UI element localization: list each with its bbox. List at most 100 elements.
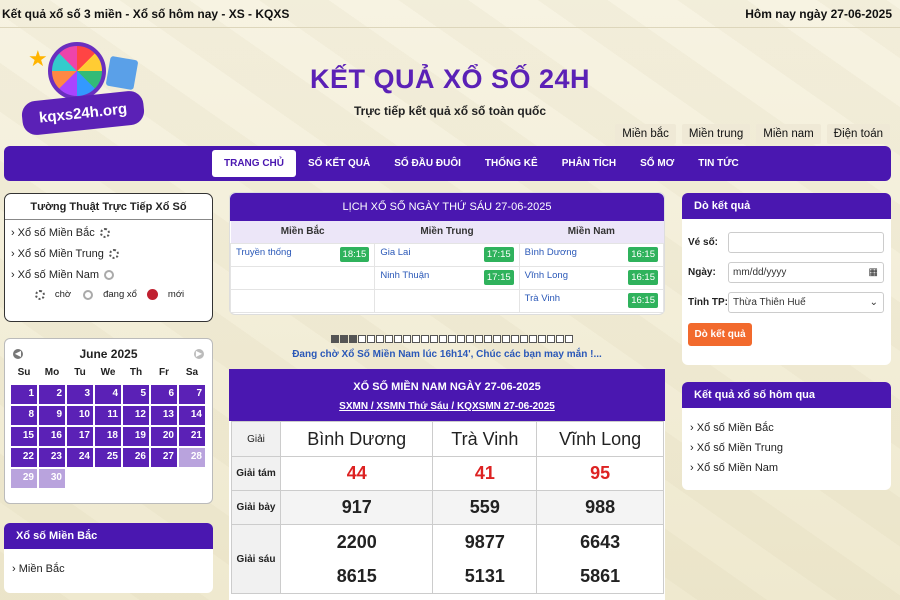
draw-time-badge: 16:15 bbox=[628, 270, 658, 285]
progress-square bbox=[358, 335, 366, 343]
calendar-day[interactable]: 1 bbox=[11, 385, 37, 404]
calendar-day[interactable]: 29 bbox=[11, 469, 37, 488]
progress-square bbox=[394, 335, 402, 343]
calendar-day[interactable]: 8 bbox=[11, 406, 37, 425]
next-month-icon[interactable]: ▶ bbox=[193, 349, 204, 359]
calendar: ◀ June 2025 ▶ Su Mo Tu We Th Fr Sa 1 2 3 4 5 6 7 8 9 10 1… bbox=[4, 338, 213, 504]
live-item-mien-trung[interactable]: › Xổ số Miền Trung bbox=[5, 241, 212, 262]
prize-cell: 9877 5131 bbox=[432, 524, 538, 594]
schedule-title: LỊCH XỔ SỐ NGÀY THỨ SÁU 27-06-2025 bbox=[230, 193, 664, 221]
calendar-day[interactable]: 23 bbox=[39, 448, 65, 467]
schedule-cell[interactable]: 16:15 Vĩnh Long bbox=[518, 265, 665, 290]
province-link[interactable]: Vĩnh Long bbox=[525, 270, 568, 281]
live-item-mien-bac[interactable]: › Xổ số Miền Bắc bbox=[5, 220, 212, 241]
province-link[interactable]: Truyền thống bbox=[236, 247, 292, 258]
calendar-day[interactable]: 12 bbox=[123, 406, 149, 425]
province-header: Trà Vinh bbox=[432, 421, 538, 457]
schedule-cell bbox=[374, 288, 520, 313]
schedule-cell[interactable]: 16:15 Bình Dương bbox=[518, 242, 665, 267]
nav-tin-tuc[interactable]: TIN TỨC bbox=[686, 150, 751, 177]
prize-number: 559 bbox=[469, 497, 500, 517]
schedule-cell[interactable]: 17:15 Gia Lai bbox=[374, 242, 520, 267]
calendar-day[interactable]: 22 bbox=[11, 448, 37, 467]
province-header: Bình Dương bbox=[279, 421, 434, 457]
calendar-grid: Su Mo Tu We Th Fr Sa 1 2 3 4 5 6 7 8 9 10 11 12 13 14 15 16 17 1… bbox=[11, 367, 212, 488]
progress-square bbox=[412, 335, 420, 343]
lookup-button[interactable]: Dò kết quả bbox=[688, 323, 752, 346]
date-input[interactable]: mm/dd/yyyy ▦ bbox=[728, 261, 884, 283]
lookup-box: Dò kết quả Vé số: Ngày: mm/dd/yyyy ▦ Tỉnh… bbox=[682, 193, 891, 365]
calendar-day[interactable]: 10 bbox=[67, 406, 93, 425]
legend-drawing: đang xổ bbox=[103, 289, 137, 300]
draw-time-badge: 16:15 bbox=[628, 293, 658, 308]
schedule-cell[interactable]: 18:15 Truyền thống bbox=[229, 242, 376, 267]
calendar-day[interactable]: 6 bbox=[151, 385, 177, 404]
nav-trang-chu[interactable]: TRANG CHỦ bbox=[212, 150, 296, 177]
link-kqxsmn-date[interactable]: KQXSMN 27-06-2025 bbox=[457, 401, 555, 412]
province-link[interactable]: Gia Lai bbox=[380, 247, 410, 258]
calendar-day[interactable]: 11 bbox=[95, 406, 121, 425]
link-sxmn[interactable]: SXMN bbox=[339, 401, 368, 412]
calendar-day[interactable]: 2 bbox=[39, 385, 65, 404]
nav-so-mo[interactable]: SỔ MƠ bbox=[628, 150, 686, 177]
nav-thong-ke[interactable]: THỐNG KÊ bbox=[473, 150, 550, 177]
prize-number: 41 bbox=[474, 463, 495, 483]
calendar-day[interactable]: 26 bbox=[123, 448, 149, 467]
calendar-day[interactable]: 21 bbox=[179, 427, 205, 446]
link-xsmn-thu-sau[interactable]: XSMN Thứ Sáu bbox=[376, 401, 448, 412]
waiting-icon bbox=[34, 289, 45, 300]
calendar-day[interactable]: 16 bbox=[39, 427, 65, 446]
draw-time-badge: 16:15 bbox=[628, 247, 658, 262]
site-header: ★ kqxs24h.org KẾT QUẢ XỔ SỐ 24H Trực tiế… bbox=[0, 28, 900, 146]
calendar-day[interactable]: 20 bbox=[151, 427, 177, 446]
prev-month-icon[interactable]: ◀ bbox=[13, 349, 23, 359]
region-link-mien-nam[interactable]: Miền nam bbox=[756, 124, 821, 144]
region-link-mien-trung[interactable]: Miền trung bbox=[681, 124, 751, 144]
calendar-day[interactable]: 15 bbox=[11, 427, 37, 446]
yesterday-link-mien-trung[interactable]: › Xổ số Miền Trung bbox=[682, 434, 891, 454]
province-link[interactable]: Ninh Thuận bbox=[380, 270, 429, 281]
chevron-right-icon: › bbox=[690, 422, 697, 434]
mien-bac-link[interactable]: › Miền Bắc bbox=[4, 549, 213, 575]
progress-square bbox=[385, 335, 393, 343]
calendar-day[interactable]: 4 bbox=[95, 385, 121, 404]
calendar-day[interactable]: 13 bbox=[151, 406, 177, 425]
live-item-label: Xổ số Miền Nam bbox=[17, 269, 99, 281]
calendar-day[interactable]: 27 bbox=[151, 448, 177, 467]
results-box: XỔ SỐ MIỀN NAM NGÀY 27-06-2025 SXMN / XS… bbox=[229, 369, 665, 600]
new-icon bbox=[146, 289, 158, 300]
nav-so-dau-duoi[interactable]: SỐ ĐẦU ĐUÔI bbox=[382, 150, 473, 177]
calendar-day[interactable]: 25 bbox=[95, 448, 121, 467]
calendar-day[interactable]: 28 bbox=[179, 448, 205, 467]
mien-bac-title: Xổ số Miền Bắc bbox=[4, 523, 213, 549]
calendar-day[interactable]: 7 bbox=[179, 385, 205, 404]
calendar-day[interactable]: 18 bbox=[95, 427, 121, 446]
calendar-day[interactable]: 5 bbox=[123, 385, 149, 404]
calendar-icon[interactable]: ▦ bbox=[869, 267, 878, 278]
live-item-mien-nam[interactable]: › Xổ số Miền Nam bbox=[5, 262, 212, 283]
region-link-dien-toan[interactable]: Điện toán bbox=[826, 124, 890, 144]
calendar-day[interactable]: 3 bbox=[67, 385, 93, 404]
calendar-day[interactable]: 17 bbox=[67, 427, 93, 446]
calendar-day[interactable]: 19 bbox=[123, 427, 149, 446]
calendar-day[interactable]: 14 bbox=[179, 406, 205, 425]
schedule-cell[interactable]: 17:15 Ninh Thuận bbox=[374, 265, 520, 290]
results-table: Giải Bình Dương Trà Vinh Vĩnh Long Giải … bbox=[231, 421, 664, 594]
calendar-day[interactable]: 9 bbox=[39, 406, 65, 425]
nav-phan-tich[interactable]: PHÂN TÍCH bbox=[550, 150, 628, 177]
legend-waiting: chờ bbox=[54, 289, 72, 300]
legend-new: mới bbox=[167, 289, 185, 300]
calendar-day[interactable]: 24 bbox=[67, 448, 93, 467]
yesterday-link-mien-bac[interactable]: › Xổ số Miền Bắc bbox=[682, 414, 891, 434]
ticket-input[interactable] bbox=[728, 231, 884, 253]
province-link[interactable]: Trà Vinh bbox=[525, 293, 560, 304]
schedule-row: 16:15 Trà Vinh bbox=[229, 288, 665, 313]
calendar-day[interactable]: 30 bbox=[39, 469, 65, 488]
region-link-mien-bac[interactable]: Miền bắc bbox=[615, 124, 676, 144]
province-link[interactable]: Bình Dương bbox=[525, 247, 577, 258]
province-select[interactable]: Thừa Thiên Huế ⌄ bbox=[728, 291, 884, 313]
schedule-cell[interactable]: 16:15 Trà Vinh bbox=[518, 288, 665, 313]
nav-so-ket-qua[interactable]: SỐ KẾT QUẢ bbox=[296, 150, 382, 177]
date-placeholder: mm/dd/yyyy bbox=[733, 266, 787, 278]
yesterday-link-mien-nam[interactable]: › Xổ số Miền Nam bbox=[682, 454, 891, 474]
